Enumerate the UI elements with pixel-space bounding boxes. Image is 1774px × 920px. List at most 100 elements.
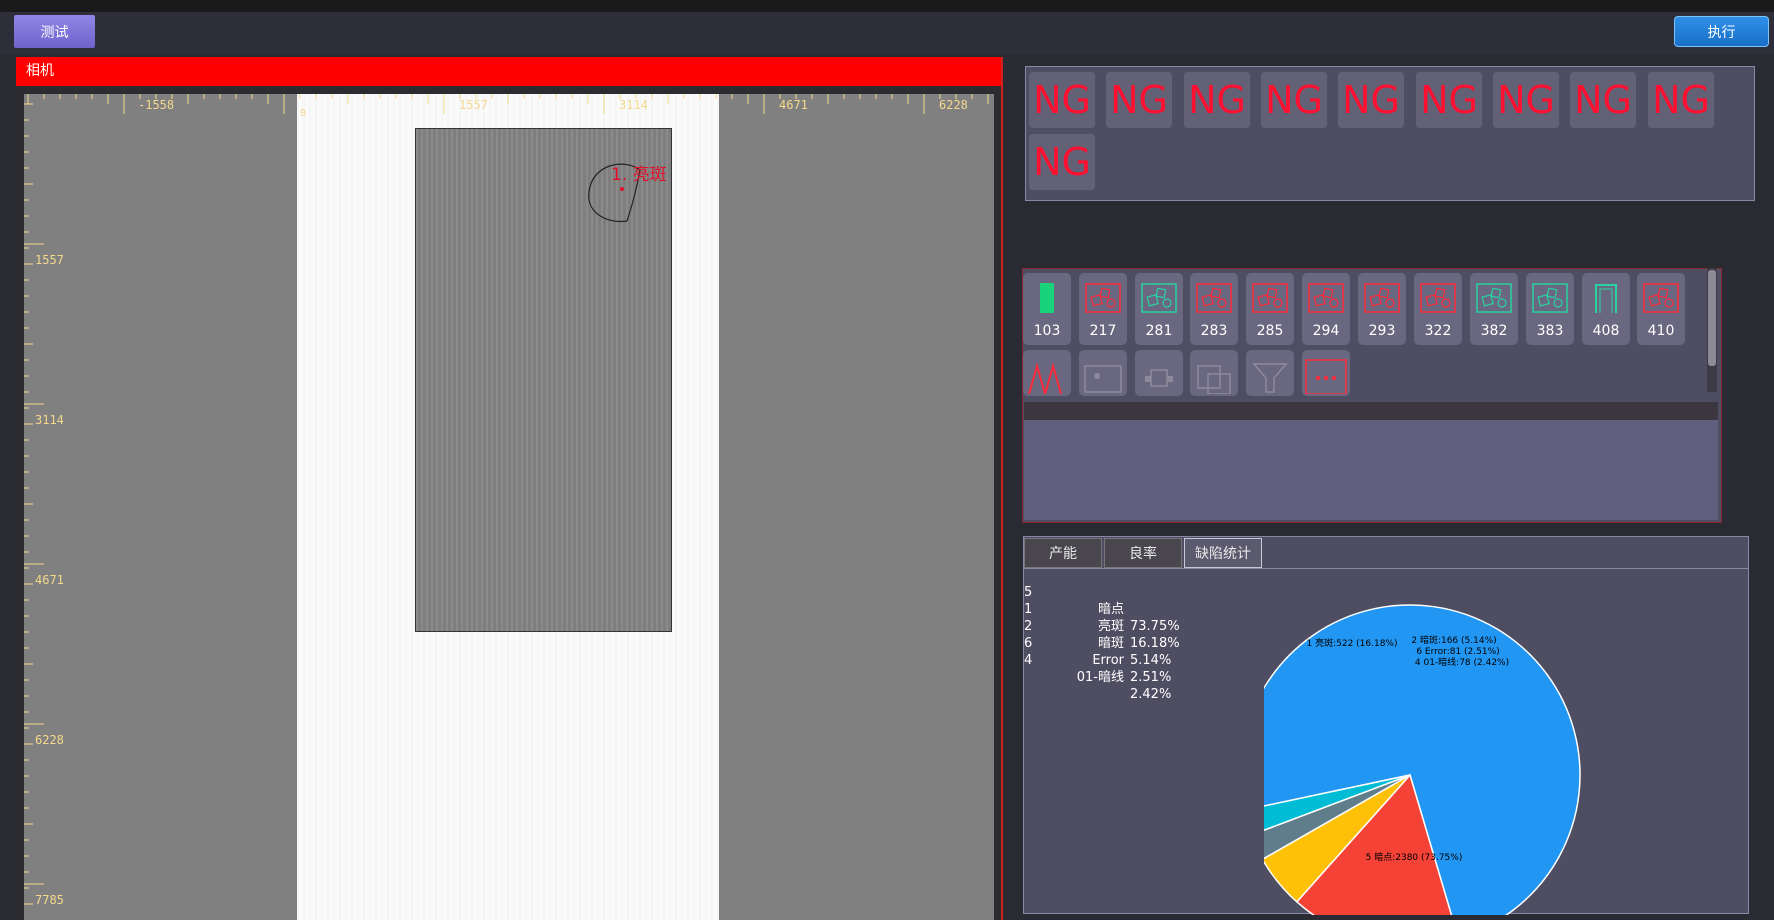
wave-icon [1028, 362, 1062, 394]
legend-row: 1 亮斑 16.18% [1024, 584, 1180, 651]
tool-tile-382[interactable]: 382 [1470, 273, 1518, 345]
legend-pct: 16.18% [1130, 636, 1180, 651]
ng-result-tile: NG [1570, 72, 1636, 128]
tab-underline [1024, 568, 1748, 569]
tool-tile-label: 294 [1312, 323, 1340, 339]
tool-tile-322[interactable]: 322 [1414, 273, 1462, 345]
ng-result-tile: NG [1648, 72, 1714, 128]
test-button[interactable]: 测试 [14, 15, 95, 48]
tab-defect-stats[interactable]: 缺陷统计 [1184, 538, 1262, 568]
ruler-left [24, 103, 44, 905]
tool-tile-label: 322 [1424, 323, 1452, 339]
defect-green-icon [1532, 283, 1568, 313]
tool-tile-image[interactable] [1079, 350, 1127, 396]
frame-green-icon [1595, 284, 1617, 313]
camera-viewport[interactable]: 1. 亮斑 -1558 0 1557 3114 4671 6228 1557 3… [24, 94, 994, 920]
tool-tile-label: 285 [1256, 323, 1284, 339]
ruler-top-label: 4671 [779, 98, 808, 112]
legend-pct: 2.42% [1130, 687, 1172, 702]
ng-result-tile: NG [1416, 72, 1482, 128]
legend-name: 01-暗线 [1076, 670, 1124, 685]
tool-tile-label: 283 [1200, 323, 1228, 339]
defect-red-icon [1643, 283, 1679, 313]
tool-palette-divider [1024, 402, 1718, 420]
defect-pie-chart: 5 暗点:2380 (73.75%) 1 亮斑:522 (16.18%) 2 暗斑:… [1264, 604, 1581, 915]
legend-pct: 2.51% [1130, 670, 1172, 685]
ruler-top-label: -1558 [138, 98, 175, 112]
defect-overlay [588, 163, 641, 223]
ruler-top-label: 3114 [619, 98, 648, 112]
ruler-top-label: 1557 [459, 98, 488, 112]
defect-red-icon [1364, 283, 1400, 313]
tool-scrollbar-thumb[interactable] [1708, 270, 1716, 366]
ruler-left-label: 6228 [35, 733, 64, 747]
tool-tile-408[interactable]: 408 [1582, 273, 1630, 345]
ruler-left-label: 1557 [35, 253, 64, 267]
defect-red-icon [1252, 283, 1288, 313]
ruler-left-label: 7785 [35, 893, 64, 907]
execute-button[interactable]: 执行 [1674, 16, 1769, 47]
pie-slice-label: 6 Error:81 (2.51%) [1416, 647, 1499, 657]
tool-tile-383[interactable]: 383 [1526, 273, 1574, 345]
defect-red-icon [1196, 283, 1232, 313]
tool-tile-camera-mount[interactable] [1135, 350, 1183, 396]
image-icon [1084, 365, 1122, 393]
tool-tile-293[interactable]: 293 [1358, 273, 1406, 345]
ruler-left-label: 4671 [35, 573, 64, 587]
more-icon [1305, 359, 1347, 394]
legend-row: 6 Error 2.51% [1024, 618, 1171, 685]
tool-tile-label: 382 [1480, 323, 1508, 339]
ng-result-tile: NG [1338, 72, 1404, 128]
tool-tile-label: 281 [1145, 323, 1173, 339]
ng-result-tile: NG [1184, 72, 1250, 128]
defect-green-icon [1476, 283, 1512, 313]
legend-row: 5 暗点 73.75% [1024, 567, 1180, 634]
tool-tile-285[interactable]: 285 [1246, 273, 1294, 345]
tool-tile-103[interactable]: 103 [1023, 273, 1071, 345]
ruler-top-label: 6228 [939, 98, 968, 112]
defect-red-icon [1308, 283, 1344, 313]
region-icon [1197, 365, 1231, 394]
defect-red-icon [1085, 283, 1121, 313]
defect-point [620, 187, 624, 191]
filter-icon [1252, 363, 1288, 393]
green-bar-icon [1040, 283, 1054, 313]
tool-tile-217[interactable]: 217 [1079, 273, 1127, 345]
ruler-left-label: 3114 [35, 413, 64, 427]
window-top-strip [0, 0, 1774, 12]
tool-tile-label: 410 [1647, 323, 1675, 339]
tool-tile-filter[interactable] [1246, 350, 1294, 396]
defect-green-icon [1141, 283, 1177, 313]
tool-tile-region[interactable] [1190, 350, 1238, 396]
tab-capacity[interactable]: 产能 [1024, 538, 1102, 568]
legend-pct: 73.75% [1130, 619, 1180, 634]
camera-mount-icon [1145, 369, 1173, 387]
legend-pct: 5.14% [1130, 653, 1172, 668]
ng-result-tile: NG [1029, 72, 1095, 128]
legend-row: 2 暗斑 5.14% [1024, 601, 1171, 668]
pie-slice-label: 4 01-暗线:78 (2.42%) [1415, 656, 1509, 668]
tool-tile-label: 408 [1592, 323, 1620, 339]
defect-label: 1. 亮斑 [611, 165, 667, 185]
toolbar [0, 12, 1774, 54]
tool-tile-wave[interactable] [1023, 350, 1071, 396]
tool-tile-label: 383 [1536, 323, 1564, 339]
tool-tile-more[interactable] [1302, 350, 1350, 396]
ng-result-tile: NG [1493, 72, 1559, 128]
tool-property-area [1024, 420, 1718, 520]
legend-id: 4 [1024, 653, 1033, 668]
tool-tile-281[interactable]: 281 [1135, 273, 1183, 345]
ng-result-tile: NG [1106, 72, 1172, 128]
pie-slice-label: 1 亮斑:522 (16.18%) [1307, 637, 1398, 649]
tool-tile-410[interactable]: 410 [1637, 273, 1685, 345]
ng-result-tile: NG [1261, 72, 1327, 128]
pie-slice-label: 2 暗斑:166 (5.14%) [1411, 634, 1496, 646]
ruler-top-label: 0 [300, 108, 307, 119]
tool-tile-294[interactable]: 294 [1302, 273, 1350, 345]
tool-tile-283[interactable]: 283 [1190, 273, 1238, 345]
legend-row: 4 01-暗线 2.42% [1024, 635, 1171, 702]
tool-tile-label: 293 [1368, 323, 1396, 339]
tool-tile-label: 103 [1033, 323, 1061, 339]
ng-result-tile: NG [1029, 134, 1095, 190]
tab-yield[interactable]: 良率 [1104, 538, 1182, 568]
